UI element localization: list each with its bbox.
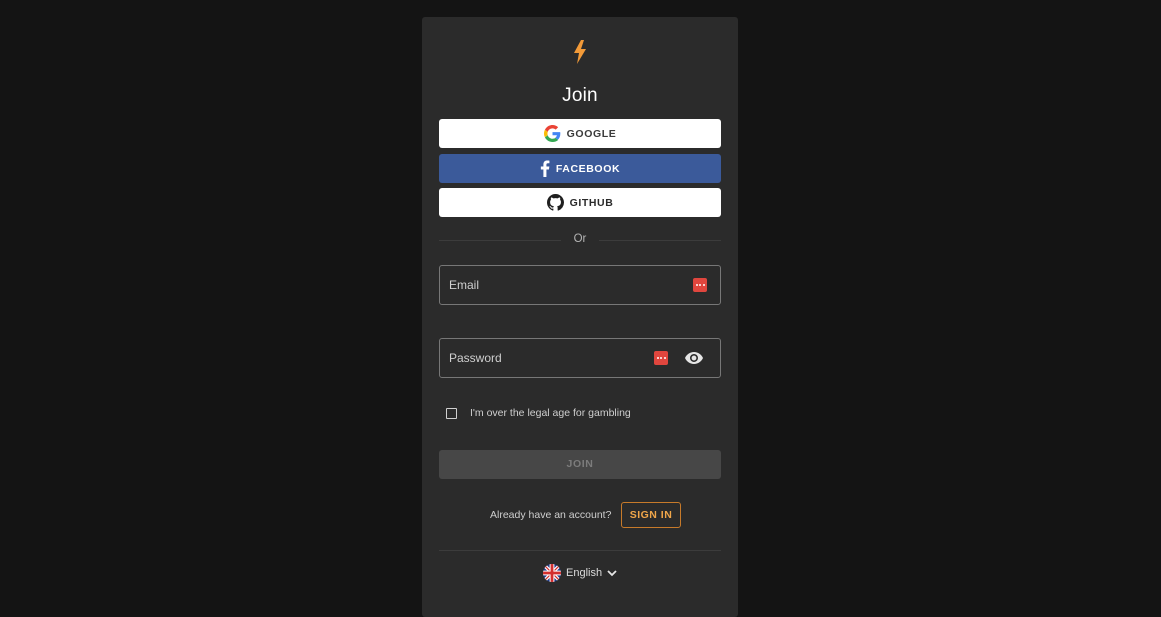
divider-text: Or <box>573 233 587 245</box>
signin-row: Already have an account? SIGN IN <box>422 502 738 528</box>
join-card: Join GOOGLE FACEBOOK GITHUB Or Email Pas… <box>422 17 738 617</box>
divider-line-right <box>599 240 721 241</box>
github-icon <box>546 194 564 211</box>
join-button[interactable]: JOIN <box>439 450 721 479</box>
password-placeholder: Password <box>449 351 502 365</box>
github-signin-button[interactable]: GITHUB <box>439 188 721 217</box>
uk-flag-icon <box>543 564 561 582</box>
google-signin-button[interactable]: GOOGLE <box>439 119 721 148</box>
google-label: GOOGLE <box>566 127 617 140</box>
sign-in-button[interactable]: SIGN IN <box>621 502 681 528</box>
language-selector[interactable]: English <box>543 564 617 582</box>
page-title: Join <box>562 85 598 106</box>
footer-divider <box>439 550 721 551</box>
age-checkbox-label[interactable]: I'm over the legal age for gambling <box>470 407 631 419</box>
email-field[interactable]: Email <box>439 265 721 305</box>
password-manager-icon[interactable] <box>654 351 668 365</box>
google-icon <box>543 125 560 142</box>
facebook-signin-button[interactable]: FACEBOOK <box>439 154 721 183</box>
facebook-label: FACEBOOK <box>555 162 621 175</box>
eye-icon[interactable] <box>685 351 703 365</box>
chevron-down-icon <box>607 570 617 577</box>
age-checkbox[interactable] <box>446 407 457 419</box>
lightning-bolt-icon <box>574 40 586 64</box>
email-placeholder: Email <box>449 278 480 292</box>
signin-prompt: Already have an account? <box>490 509 612 521</box>
or-divider: Or <box>439 233 721 247</box>
password-manager-icon[interactable] <box>693 278 707 292</box>
language-name: English <box>566 567 603 579</box>
facebook-icon <box>540 160 550 177</box>
age-confirmation-row: I'm over the legal age for gambling <box>446 407 631 419</box>
password-field[interactable]: Password <box>439 338 721 378</box>
github-label: GITHUB <box>569 196 614 209</box>
